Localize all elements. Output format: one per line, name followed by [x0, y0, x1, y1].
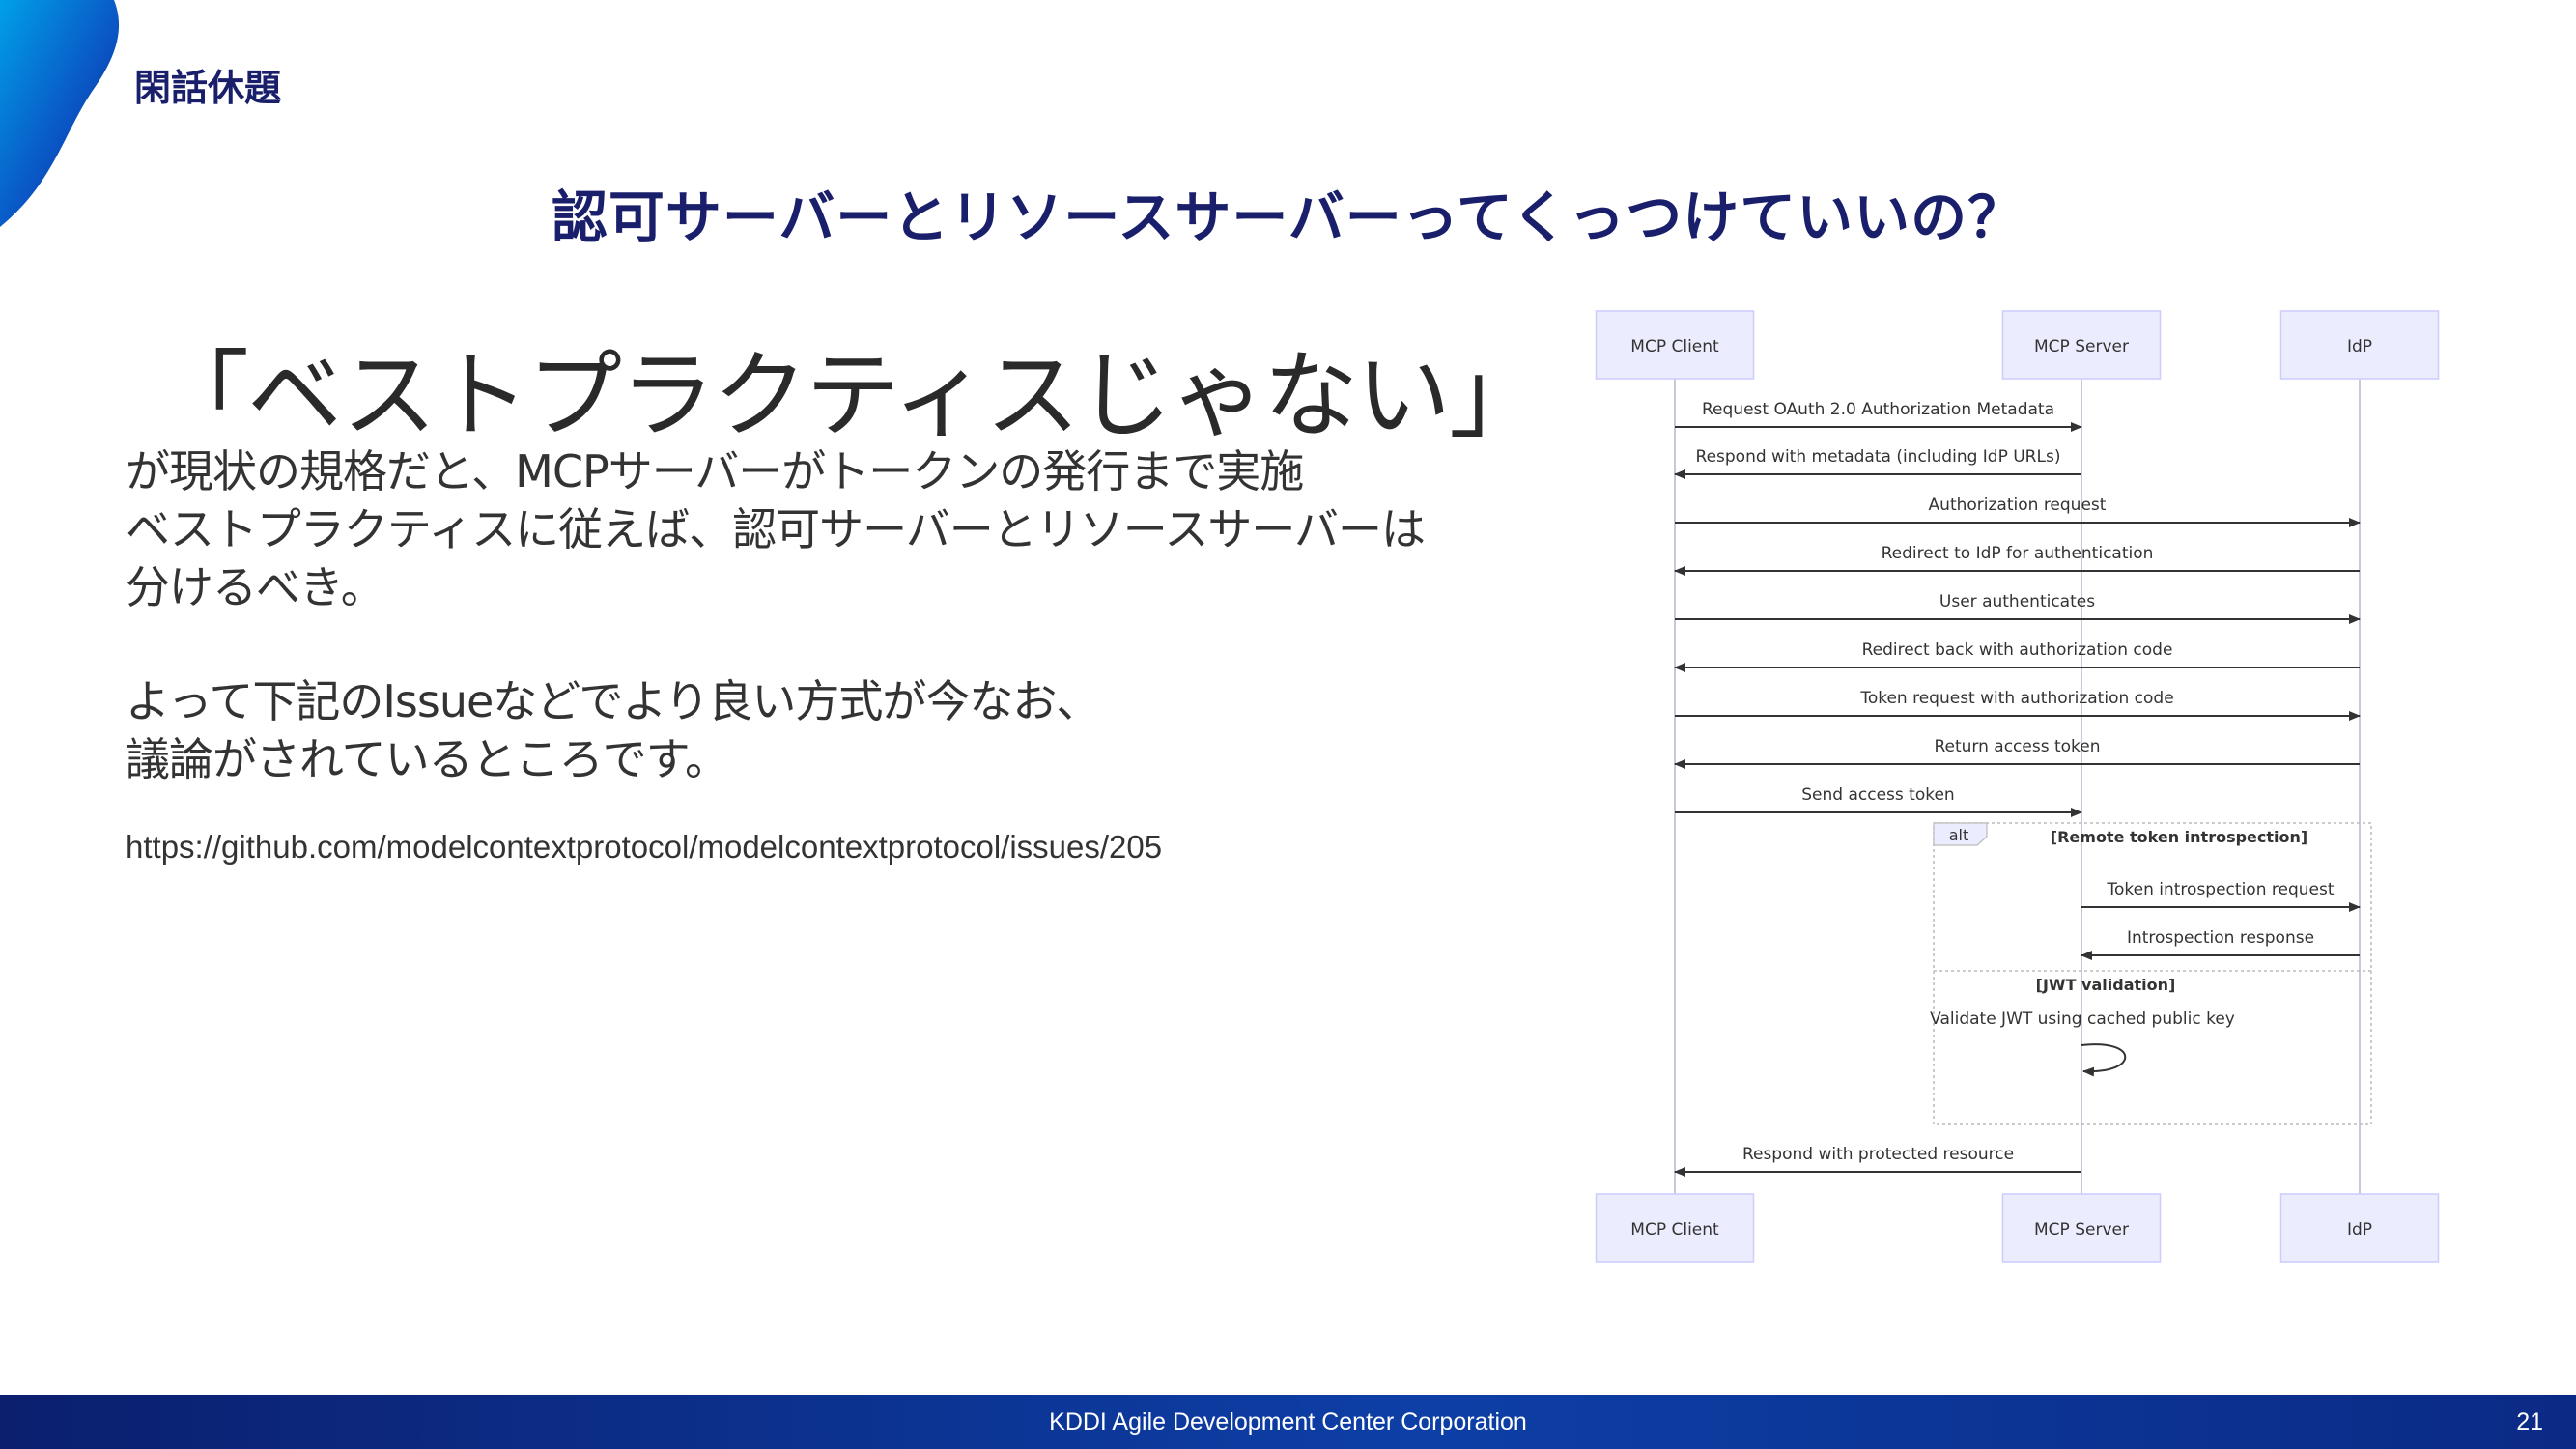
footer-bar: KDDI Agile Development Center Corporatio…: [0, 1395, 2576, 1449]
message-label: Return access token: [1934, 737, 2100, 756]
message-label: Introspection response: [2127, 928, 2314, 948]
self-message-arrow: [2081, 1043, 2127, 1077]
sequence-diagram: MCP Client MCP Server IdP MCP Client MCP Ser…: [1595, 310, 2440, 1263]
alt-block-frame: [1933, 822, 2372, 1125]
alt-keyword: alt: [1949, 826, 1969, 844]
message-label: Respond with protected resource: [1742, 1145, 2014, 1164]
participant-label: MCP Client: [1630, 337, 1719, 356]
page-number: 21: [2516, 1408, 2543, 1435]
message-label: Request OAuth 2.0 Authorization Metadata: [1702, 400, 2054, 419]
alt-condition: [Remote token introspection]: [2051, 828, 2307, 846]
message-label: Token request with authorization code: [1859, 689, 2173, 708]
message-label: User authenticates: [1939, 592, 2095, 611]
message-label: Redirect back with authorization code: [1862, 640, 2173, 660]
message-label: Validate JWT using cached public key: [1930, 1009, 2235, 1029]
message-label: Authorization request: [1929, 496, 2107, 515]
message-label: Respond with metadata (including IdP URL…: [1696, 447, 2061, 467]
message-label: Send access token: [1801, 785, 1954, 805]
message-label: Redirect to IdP for authentication: [1882, 544, 2154, 563]
participant-label: IdP: [2347, 337, 2372, 356]
alt-else-condition: [JWT validation]: [2036, 976, 2176, 994]
footer-company: KDDI Agile Development Center Corporatio…: [1049, 1408, 1527, 1435]
participant-label: MCP Server: [2034, 337, 2129, 356]
participant-label: MCP Client: [1630, 1220, 1719, 1239]
participant-label: IdP: [2347, 1220, 2372, 1239]
participant-label: MCP Server: [2034, 1220, 2129, 1239]
message-label: Token introspection request: [2107, 880, 2335, 899]
